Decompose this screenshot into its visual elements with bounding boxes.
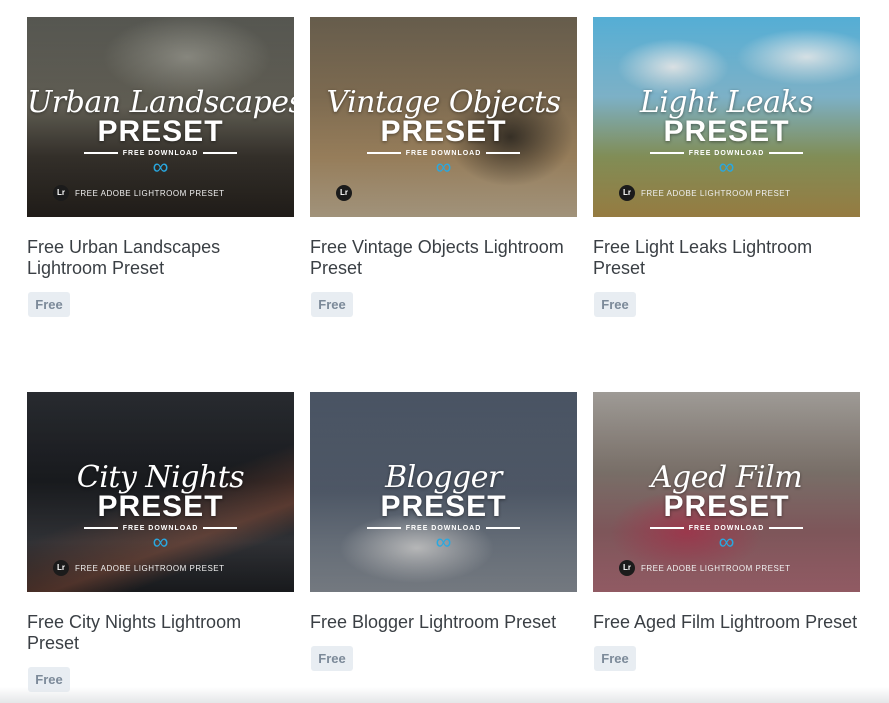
infinity-icon: ∞ <box>152 529 169 554</box>
product-thumbnail[interactable]: Blogger PRESET FREE DOWNLOAD ∞ <box>310 392 577 592</box>
thumbnail-lightroom-text: FREE ADOBE LIGHTROOM PRESET <box>75 564 225 573</box>
lightroom-logo-icon: Lr <box>53 185 69 201</box>
product-card-urban-landscapes: Urban Landscapes PRESET FREE DOWNLOAD ∞ … <box>27 17 294 317</box>
thumbnail-preset-label: PRESET <box>97 115 224 148</box>
product-card-city-nights: City Nights PRESET FREE DOWNLOAD ∞ Lr FR… <box>27 392 294 692</box>
thumbnail-lightroom-text: FREE ADOBE LIGHTROOM PRESET <box>641 564 791 573</box>
product-thumbnail[interactable]: Light Leaks PRESET FREE DOWNLOAD ∞ Lr FR… <box>593 17 860 217</box>
product-thumbnail[interactable]: Vintage Objects PRESET FREE DOWNLOAD ∞ L… <box>310 17 577 217</box>
infinity-icon: ∞ <box>152 154 169 179</box>
product-thumbnail[interactable]: Aged Film PRESET FREE DOWNLOAD ∞ Lr FREE… <box>593 392 860 592</box>
product-thumbnail[interactable]: Urban Landscapes PRESET FREE DOWNLOAD ∞ … <box>27 17 294 217</box>
thumbnail-preset-label: PRESET <box>663 490 790 523</box>
product-card-vintage-objects: Vintage Objects PRESET FREE DOWNLOAD ∞ L… <box>310 17 577 317</box>
infinity-icon: ∞ <box>718 529 735 554</box>
product-card-blogger: Blogger PRESET FREE DOWNLOAD ∞ Free Blog… <box>310 392 577 671</box>
product-title[interactable]: Free Aged Film Lightroom Preset <box>593 612 860 633</box>
product-thumbnail[interactable]: City Nights PRESET FREE DOWNLOAD ∞ Lr FR… <box>27 392 294 592</box>
product-card-aged-film: Aged Film PRESET FREE DOWNLOAD ∞ Lr FREE… <box>593 392 860 671</box>
infinity-icon: ∞ <box>718 154 735 179</box>
price-badge: Free <box>594 646 636 671</box>
product-title[interactable]: Free Vintage Objects Lightroom Preset <box>310 237 577 279</box>
infinity-icon: ∞ <box>435 154 452 179</box>
lightroom-logo-icon: Lr <box>619 560 635 576</box>
product-title[interactable]: Free City Nights Lightroom Preset <box>27 612 294 654</box>
price-badge: Free <box>311 292 353 317</box>
product-grid: Urban Landscapes PRESET FREE DOWNLOAD ∞ … <box>0 0 889 703</box>
thumbnail-preset-label: PRESET <box>380 490 507 523</box>
price-badge: Free <box>28 292 70 317</box>
infinity-icon: ∞ <box>435 529 452 554</box>
bottom-scroll-fade <box>0 687 889 703</box>
lightroom-logo-icon: Lr <box>53 560 69 576</box>
thumbnail-preset-label: PRESET <box>663 115 790 148</box>
product-title[interactable]: Free Urban Landscapes Lightroom Preset <box>27 237 294 279</box>
thumbnail-lightroom-text: FREE ADOBE LIGHTROOM PRESET <box>641 189 791 198</box>
product-title[interactable]: Free Light Leaks Lightroom Preset <box>593 237 860 279</box>
price-badge: Free <box>594 292 636 317</box>
thumbnail-lightroom-text: FREE ADOBE LIGHTROOM PRESET <box>75 189 225 198</box>
price-badge: Free <box>311 646 353 671</box>
lightroom-logo-icon: Lr <box>619 185 635 201</box>
lightroom-logo-icon: Lr <box>336 185 352 201</box>
product-title[interactable]: Free Blogger Lightroom Preset <box>310 612 577 633</box>
thumbnail-preset-label: PRESET <box>97 490 224 523</box>
product-card-light-leaks: Light Leaks PRESET FREE DOWNLOAD ∞ Lr FR… <box>593 17 860 317</box>
thumbnail-preset-label: PRESET <box>380 115 507 148</box>
